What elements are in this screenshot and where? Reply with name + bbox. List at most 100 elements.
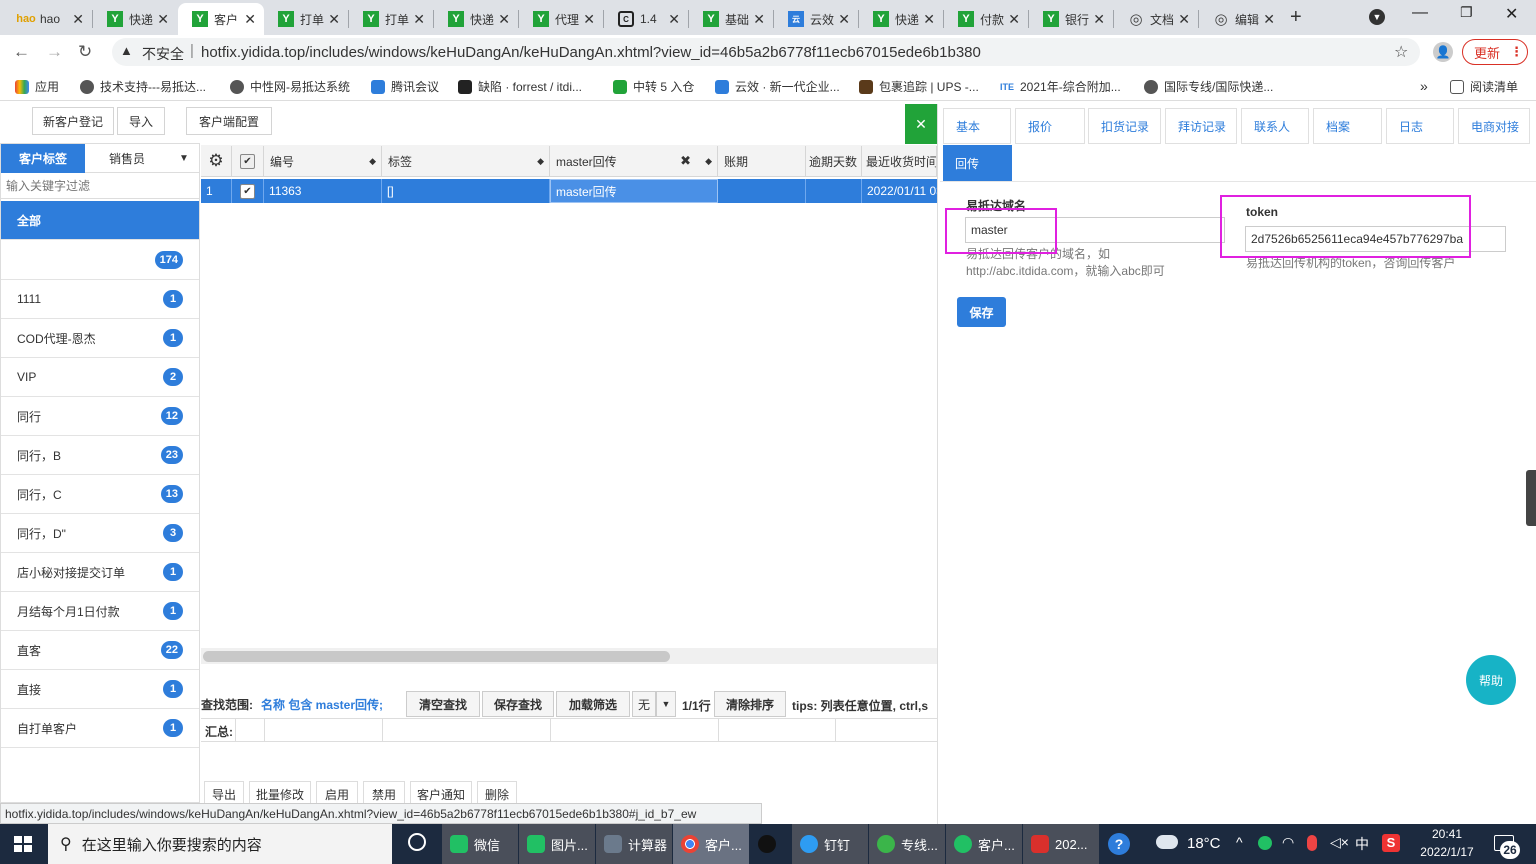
taskbar-search[interactable]: ⚲ 在这里输入你要搜索的内容 <box>48 824 392 864</box>
tab-archive[interactable]: 档案 <box>1313 108 1382 144</box>
gear-icon[interactable]: ⚙ <box>201 146 232 176</box>
browser-tab[interactable]: Y 代理 ✕ <box>519 3 603 35</box>
tab-contacts[interactable]: 联系人 <box>1241 108 1309 144</box>
sidebar-item[interactable]: 自打单客户 1 <box>1 709 199 748</box>
restore-icon[interactable]: ❐ <box>1460 4 1473 21</box>
close-icon[interactable]: ✕ <box>244 11 256 28</box>
sidebar-item-all[interactable]: 全部 <box>1 201 199 240</box>
browser-tab[interactable]: ◎ 编辑 ✕ <box>1199 3 1283 35</box>
bookmark-item[interactable]: 中转 5 入仓 <box>613 78 694 95</box>
tray-app-icon[interactable] <box>1307 835 1317 851</box>
sort-icon[interactable]: ◆ <box>537 156 544 167</box>
taskbar-app-browser[interactable]: 专线... <box>869 824 945 864</box>
tab-customer-tags[interactable]: 客户标签 <box>1 144 85 173</box>
sidebar-item[interactable]: 同行，D" 3 <box>1 514 199 553</box>
column-header[interactable]: 账期 <box>718 146 806 176</box>
taskbar-app-client[interactable]: 客户... <box>946 824 1022 864</box>
close-icon[interactable]: ✕ <box>753 11 765 28</box>
new-customer-button[interactable]: 新客户登记 <box>32 107 114 135</box>
browser-tab-active[interactable]: Y 客户 ✕ <box>178 3 264 35</box>
close-icon[interactable]: ✕ <box>328 11 340 28</box>
sidebar-item[interactable]: 1111 1 <box>1 280 199 319</box>
bookmark-item[interactable]: 缺陷 · forrest / itdi... <box>458 78 582 95</box>
sidebar-item[interactable]: 月结每个月1日付款 1 <box>1 592 199 631</box>
browser-tab[interactable]: ◎ 文档 ✕ <box>1114 3 1198 35</box>
ime-indicator[interactable]: 中 <box>1355 834 1369 854</box>
close-icon[interactable]: ✕ <box>157 11 169 28</box>
column-header[interactable]: 标签 ◆ <box>382 146 550 176</box>
browser-tab[interactable]: 云云效 ✕ <box>774 3 858 35</box>
bookmark-apps[interactable]: 应用 <box>15 78 59 95</box>
save-search-button[interactable]: 保存查找 <box>482 691 554 717</box>
browser-tab[interactable]: Y 打单 ✕ <box>349 3 433 35</box>
close-icon[interactable]: ✕ <box>1008 11 1020 28</box>
tab-quote[interactable]: 报价 <box>1015 108 1085 144</box>
filter-select[interactable]: 无 <box>632 691 656 717</box>
wechat-tray-icon[interactable] <box>1258 836 1272 850</box>
weather-icon[interactable] <box>1156 835 1178 849</box>
sidebar-item[interactable]: COD代理-恩杰 1 <box>1 319 199 358</box>
side-widget-handle[interactable] <box>1526 470 1536 526</box>
sogou-icon[interactable]: S <box>1382 834 1400 852</box>
browser-tab[interactable]: Y 快递 ✕ <box>859 3 943 35</box>
tab-basic[interactable]: 基本 <box>943 108 1011 144</box>
help-tray-icon[interactable]: ? <box>1108 833 1130 855</box>
cell-term[interactable] <box>718 179 806 203</box>
close-icon[interactable]: ✕ <box>923 11 935 28</box>
cell-tag[interactable]: [] <box>382 179 550 203</box>
client-config-button[interactable]: 客户端配置 <box>186 107 272 135</box>
taskbar-app-qq[interactable] <box>750 824 788 864</box>
sidebar-item[interactable]: 直接 1 <box>1 670 199 709</box>
tab-salesperson[interactable]: 销售员 <box>85 144 169 173</box>
cortana-icon[interactable] <box>408 833 426 851</box>
sidebar-item[interactable]: 同行 12 <box>1 397 199 436</box>
chevron-up-icon[interactable]: ^ <box>1236 834 1243 850</box>
tab-ecommerce[interactable]: 电商对接 <box>1458 108 1530 144</box>
volume-icon[interactable]: ◁× <box>1330 834 1349 851</box>
browser-tab[interactable]: Y 快递 ✕ <box>434 3 518 35</box>
close-icon[interactable]: ✕ <box>1093 11 1105 28</box>
cell-overdue[interactable] <box>806 179 862 203</box>
column-header[interactable]: master回传 ✖ ◆ <box>550 146 718 176</box>
chevron-down-icon[interactable]: ▼ <box>169 144 199 173</box>
clear-search-button[interactable]: 清空查找 <box>406 691 480 717</box>
cell-last-date[interactable]: 2022/01/11 03 <box>862 179 937 203</box>
star-icon[interactable]: ☆ <box>1394 42 1408 62</box>
chevron-down-icon[interactable]: ▼ <box>656 691 676 717</box>
help-button[interactable]: 帮助 <box>1466 655 1516 705</box>
taskbar-app-wps[interactable]: 202... <box>1023 824 1099 864</box>
bookmark-item[interactable]: 云效 · 新一代企业... <box>715 78 840 95</box>
taskbar-app-photos[interactable]: 图片... <box>519 824 595 864</box>
sidebar-item[interactable]: 店小秘对接提交订单 1 <box>1 553 199 592</box>
clock-time[interactable]: 20:41 <box>1415 827 1479 841</box>
column-header[interactable]: 最近收货时间 <box>862 146 937 176</box>
column-header[interactable]: 逾期天数 <box>806 146 862 176</box>
bookmark-item[interactable]: 中性网-易抵达系统 <box>230 78 350 95</box>
close-icon[interactable]: ✕ <box>72 11 84 28</box>
save-button[interactable]: 保存 <box>957 297 1006 327</box>
close-icon[interactable]: ✕ <box>668 11 680 28</box>
taskbar-app-dingtalk[interactable]: 钉钉 <box>792 824 868 864</box>
new-tab-button[interactable]: + <box>1290 6 1302 29</box>
browser-tab[interactable]: Y 快递 ✕ <box>93 3 177 35</box>
url-text[interactable]: hotfix.yidida.top/includes/windows/keHuD… <box>201 44 981 61</box>
close-icon[interactable]: ✕ <box>498 11 510 28</box>
select-all-checkbox[interactable]: ✔ <box>232 146 264 176</box>
sidebar-item[interactable]: 174 <box>1 241 199 280</box>
bookmark-item[interactable]: 腾讯会议 <box>371 78 439 95</box>
browser-tab[interactable]: hao hao ✕ <box>4 3 92 35</box>
clear-sort-button[interactable]: 清除排序 <box>714 691 786 717</box>
import-button[interactable]: 导入 <box>117 107 165 135</box>
close-icon[interactable]: ✕ <box>583 11 595 28</box>
remove-filter-icon[interactable]: ✖ <box>680 153 691 169</box>
sidebar-item[interactable]: 同行，B 23 <box>1 436 199 475</box>
sort-icon[interactable]: ◆ <box>705 156 712 167</box>
windows-start-icon[interactable] <box>14 836 32 852</box>
back-icon[interactable]: ← <box>13 42 30 62</box>
close-panel-button[interactable]: ✕ <box>905 104 937 144</box>
bookmark-item[interactable]: 技术支持---易抵达... <box>80 78 206 95</box>
browser-tab[interactable]: Y 银行 ✕ <box>1029 3 1113 35</box>
browser-tab[interactable]: Y 基础 ✕ <box>689 3 773 35</box>
browser-tab[interactable]: Y 付款 ✕ <box>944 3 1028 35</box>
sidebar-item[interactable]: 同行，C 13 <box>1 475 199 514</box>
